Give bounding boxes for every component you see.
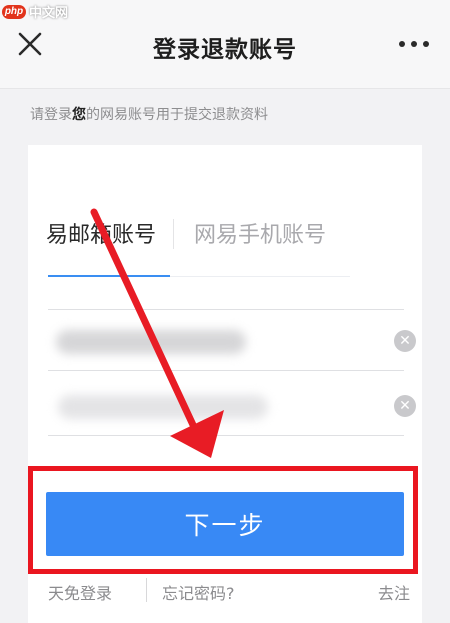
bottom-divider [146,578,147,602]
tab-phone-account[interactable]: 网易手机账号 [194,217,326,249]
page-title: 登录退款账号 [153,37,297,63]
forgot-password-link[interactable]: 忘记密码? [162,580,235,604]
watermark-text: 中文网 [29,5,69,20]
tab-divider [173,219,174,249]
php-logo: php [2,4,26,19]
register-link[interactable]: 去注 [378,580,410,604]
more-dots-icon [399,41,429,47]
free-login-link[interactable]: 天免登录 [48,580,112,604]
next-step-button[interactable]: 下一步 [46,492,404,556]
login-instruction: 请登录您的网易账号用于提交退款资料 [30,107,268,123]
account-value-blurred [56,330,246,354]
clear-icon[interactable]: ✕ [394,395,416,417]
active-tab-indicator [48,275,170,277]
clear-icon[interactable]: ✕ [394,330,416,352]
tab-baseline [170,276,350,277]
instruction-emphasis: 您 [72,107,86,123]
account-input[interactable]: ✕ [48,309,416,371]
tab-email-account[interactable]: 易邮箱账号 [46,217,156,249]
more-button[interactable] [394,34,434,54]
password-value-blurred [58,395,268,419]
password-input[interactable]: ✕ [48,375,416,436]
php-watermark: php 中文网 [2,2,68,21]
